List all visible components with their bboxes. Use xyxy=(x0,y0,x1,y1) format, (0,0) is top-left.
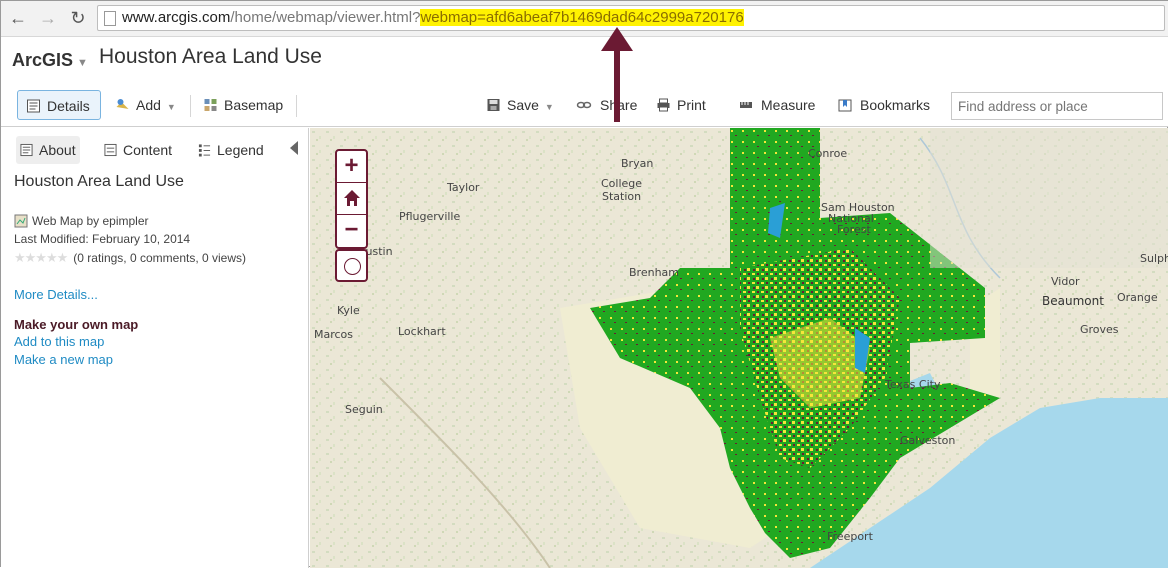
rating-stats: (0 ratings, 0 comments, 0 views) xyxy=(73,251,247,265)
map-label-college: College xyxy=(601,177,643,190)
save-label: Save xyxy=(507,97,539,113)
zoom-control: + − xyxy=(335,149,368,249)
tab-legend[interactable]: Legend xyxy=(194,136,268,164)
chevron-down-icon: ▼ xyxy=(166,102,176,112)
divider xyxy=(190,95,191,117)
app-header: ArcGIS ▼ Houston Area Land Use xyxy=(1,37,1168,83)
bookmarks-button[interactable]: Bookmarks xyxy=(836,90,930,120)
url-host: www.arcgis.com xyxy=(122,9,231,26)
browser-toolbar: ← → ↻ www.arcgis.com/home/webmap/viewer.… xyxy=(1,1,1168,37)
tab-content[interactable]: Content xyxy=(100,136,176,164)
collapse-panel-icon[interactable] xyxy=(290,141,298,155)
print-icon xyxy=(657,98,670,112)
map-canvas xyxy=(310,128,1168,568)
legend-icon xyxy=(198,144,211,157)
home-button[interactable] xyxy=(337,183,366,215)
divider xyxy=(296,95,297,117)
measure-label: Measure xyxy=(761,97,816,113)
map-label-freeport: Freeport xyxy=(827,530,873,543)
map-label-vidor: Vidor xyxy=(1051,275,1080,288)
basemap-button[interactable]: Basemap xyxy=(203,90,283,120)
map-label-seguin: Seguin xyxy=(345,403,383,416)
star-rating-icon[interactable]: ★★★★★ xyxy=(14,250,68,265)
bookmarks-icon xyxy=(838,99,852,112)
locate-button[interactable] xyxy=(335,249,368,282)
save-icon xyxy=(487,99,500,111)
add-label: Add xyxy=(136,97,161,113)
map-view[interactable]: Bryan College Station Taylor Pflugervill… xyxy=(310,128,1168,568)
map-label-forest: Forest xyxy=(837,223,871,236)
map-label-beaumont: Beaumont xyxy=(1042,294,1104,308)
last-modified: Last Modified: February 10, 2014 xyxy=(14,232,191,246)
map-label-orange: Orange xyxy=(1117,291,1158,304)
map-label-texas-city: Texas City xyxy=(885,378,941,391)
search-input[interactable] xyxy=(951,92,1163,120)
map-label-groves: Groves xyxy=(1080,323,1119,336)
back-arrow-icon[interactable]: ← xyxy=(7,7,29,29)
share-link-icon xyxy=(576,101,592,109)
forward-arrow-icon[interactable]: → xyxy=(37,7,59,29)
map-label-marcos: Marcos xyxy=(314,328,354,341)
zoom-out-button[interactable]: − xyxy=(337,215,366,247)
basemap-label: Basemap xyxy=(224,97,284,113)
owner-line: Web Map by epimpler xyxy=(14,214,149,228)
measure-button[interactable]: Measure xyxy=(737,90,815,120)
map-label-taylor: Taylor xyxy=(447,181,480,194)
url-path: /home/webmap/viewer.html? xyxy=(230,9,421,26)
map-label-station: Station xyxy=(602,190,642,203)
details-button[interactable]: Details xyxy=(17,90,101,120)
tab-about-label: About xyxy=(39,142,76,158)
map-label-brenham: Brenham xyxy=(629,266,679,279)
arcgis-menu[interactable]: ArcGIS ▼ xyxy=(12,50,88,71)
map-label-galveston: Galveston xyxy=(900,434,956,447)
basemap-icon xyxy=(204,99,217,111)
tab-legend-label: Legend xyxy=(217,142,264,158)
more-details-link[interactable]: More Details... xyxy=(14,287,98,302)
owner-text: Web Map by epimpler xyxy=(32,214,149,228)
make-own-map-heading: Make your own map xyxy=(14,317,139,332)
bookmarks-label: Bookmarks xyxy=(860,97,931,113)
web-map-icon xyxy=(14,214,28,228)
zoom-in-button[interactable]: + xyxy=(337,151,366,183)
url-webmap-param: webmap=afd6abeaf7b1469dad64c2999a720176 xyxy=(420,9,744,26)
add-button[interactable]: Add ▼ xyxy=(115,90,176,120)
details-label: Details xyxy=(47,98,90,114)
chevron-down-icon: ▼ xyxy=(544,102,554,112)
add-to-map-link[interactable]: Add to this map xyxy=(14,334,104,349)
map-label-kyle: Kyle xyxy=(337,304,360,317)
map-label-pflugerville: Pflugerville xyxy=(399,210,461,223)
add-icon xyxy=(116,99,129,109)
page-icon xyxy=(104,11,116,26)
print-label: Print xyxy=(677,97,706,113)
panel-title: Houston Area Land Use xyxy=(14,173,184,190)
page-title: Houston Area Land Use xyxy=(99,45,322,68)
map-toolbar: Details Add▼ Basemap Save▼ Share Print M… xyxy=(1,83,1168,127)
terrain-shade xyxy=(930,128,1168,268)
brand-label: ArcGIS xyxy=(12,50,74,70)
map-label-lockhart: Lockhart xyxy=(398,325,446,338)
map-label-bryan: Bryan xyxy=(621,157,654,170)
reload-icon[interactable]: ↻ xyxy=(67,7,89,29)
print-button[interactable]: Print xyxy=(656,90,706,120)
chevron-down-icon: ▼ xyxy=(77,57,88,69)
annotation-arrow-icon xyxy=(601,27,633,122)
map-label-sulph: Sulph xyxy=(1140,252,1168,265)
tab-about[interactable]: About xyxy=(16,136,80,164)
home-icon xyxy=(343,190,360,206)
content-icon xyxy=(104,143,117,157)
save-button[interactable]: Save ▼ xyxy=(486,90,554,120)
measure-ruler-icon xyxy=(740,102,752,108)
about-icon xyxy=(20,143,33,157)
map-label-conroe: Conroe xyxy=(808,147,848,160)
tab-content-label: Content xyxy=(123,142,173,158)
details-icon xyxy=(27,99,40,113)
make-new-map-link[interactable]: Make a new map xyxy=(14,352,113,367)
details-panel: About Content Legend Houston Area Land U… xyxy=(1,128,309,568)
rating-row: ★★★★★ (0 ratings, 0 comments, 0 views) xyxy=(14,250,246,266)
